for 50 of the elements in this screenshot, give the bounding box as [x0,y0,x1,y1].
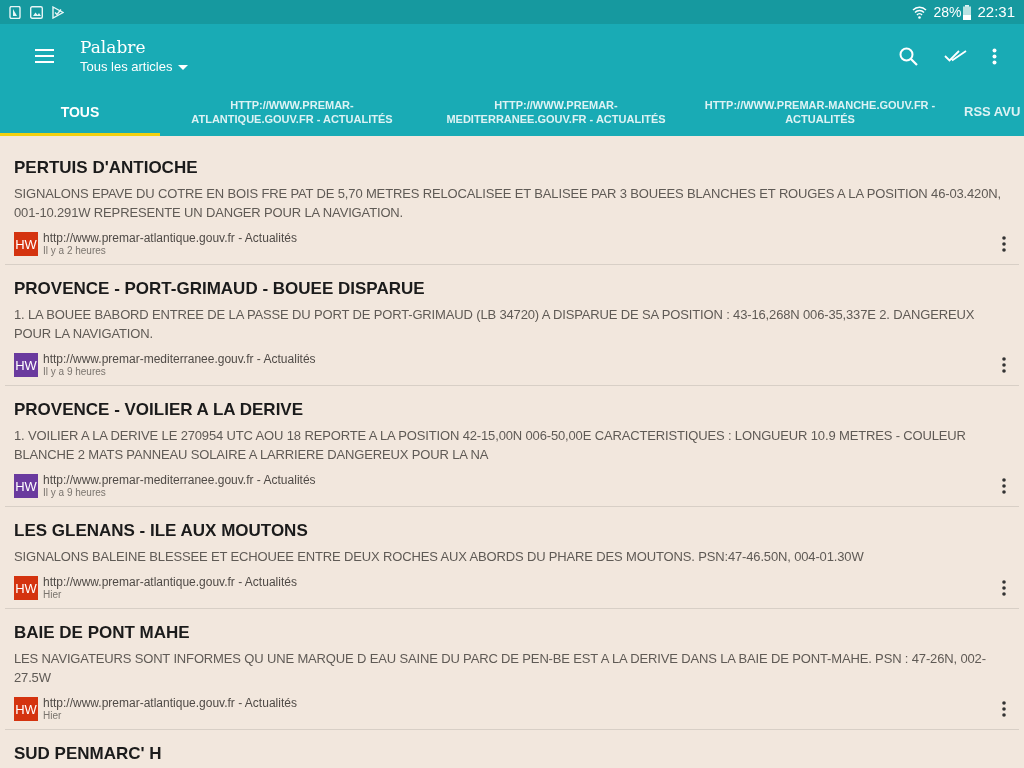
article-summary: SIGNALONS BALEINE BLESSEE ET ECHOUEE ENTRE DEUX ROCHES AUX ABORDS DU PHARE DES MOUTONS. PSN:47-46.50N, 004-01.30W [14,548,865,566]
image-icon [30,5,43,19]
source-name: http://www.premar-atlantique.gouv.fr - Actualités [43,697,297,710]
published-time: Il y a 9 heures [43,366,107,377]
battery-icon [963,4,972,20]
feed-tab[interactable]: HTTP://WWW.PREMAR-ATLANTIQUE.GOUV.FR - ACTUALITÉS [160,88,424,136]
source-logo: HW [14,353,38,377]
more-vertical-icon [1002,236,1006,252]
wifi-icon [912,4,928,20]
published-time: Il y a 9 heures [43,487,107,498]
article-summary: 1. VOILIER A LA DERIVE LE 270954 UTC AOU 18 REPORTE A LA POSITION 42-15,00N 006-50,00E CARACTERISTIQUES : LONGUEUR 10.9 METRES - COULEUR BLANCHE 2 MATS PANNEAU SOLAIRE A LARRIERE DANGEREUX POUR LA NA [14,427,967,464]
source-logo: HW [14,474,38,498]
more-vertical-icon [1002,357,1006,373]
source-logo: HW [14,697,38,721]
feed-tab[interactable]: HTTP://WWW.PREMAR-MANCHE.GOUV.FR - ACTUALITÉS [688,88,952,136]
source-name: http://www.premar-mediterranee.gouv.fr - Actualités [43,353,316,366]
published-time: Il y a 2 heures [43,245,107,256]
battery-percentage: 28% [933,4,962,20]
source-name: http://www.premar-atlantique.gouv.fr - Actualités [43,232,297,245]
published-time: Hier [43,710,63,721]
article-summary: SIGNALONS EPAVE DU COTRE EN BOIS FRE PAT DE 5,70 METRES RELOCALISEE ET BALISEE PAR 3 BOUEES BLANCHES ET ROUGES A LA POSITION 46-03.420N, 001-10.291W REPRESENTE UN DANGER POUR LA NAVIGATION. [14,185,1002,222]
source-logo: HW [14,576,38,600]
document-icon [9,5,21,19]
dropdown-caret-icon [178,64,189,70]
article-title: PROVENCE - PORT-GRIMAUD - BOUEE DISPARUE [13,279,426,299]
article-title: BAIE DE PONT MAHE [13,623,191,643]
article-title: PERTUIS D'ANTIOCHE [13,158,199,178]
article-title: PROVENCE - VOILIER A LA DERIVE [13,400,305,420]
more-vertical-icon [1002,478,1006,494]
source-name: http://www.premar-atlantique.gouv.fr - Actualités [43,576,297,589]
menu-icon [34,49,54,63]
clock-time: 22:31 [977,4,1015,20]
double-check-icon [943,50,967,62]
article-summary: 1. LA BOUEE BABORD ENTREE DE LA PASSE DU PORT DE PORT-GRIMAUD (LB 34720) A DISPARUE DE SA POSITION : 43-16,268N 006-35,337E 2. DANGEREUX POUR LA NAVIGATION. [14,306,976,343]
feed-tab[interactable]: RSS AVU [952,88,1024,136]
published-time: Hier [43,589,63,600]
more-vertical-icon [1002,701,1006,717]
search-icon [898,46,918,66]
play-check-icon [52,5,64,19]
article-summary: LES NAVIGATEURS SONT INFORMES QU UNE MARQUE D EAU SAINE DU PARC DE PEN-BE EST A LA DERIVE DANS LA BAIE DE PONT-MAHE. PSN : 47-26N, 002-27.5W [14,650,987,687]
feed-dropdown[interactable]: Tous les articles [80,59,189,75]
more-vertical-icon [991,47,997,65]
more-vertical-icon [1002,580,1006,596]
source-logo: HW [14,232,38,256]
source-name: http://www.premar-mediterranee.gouv.fr - Actualités [43,474,316,487]
article-title: LES GLENANS - ILE AUX MOUTONS [13,521,309,541]
feed-tab[interactable]: TOUS [0,88,160,136]
app-title: Palabre [80,37,147,57]
article-title: SUD PENMARC' H [13,744,163,764]
feed-tab[interactable]: HTTP://WWW.PREMAR-MEDITERRANEE.GOUV.FR - ACTUALITÉS [424,88,688,136]
